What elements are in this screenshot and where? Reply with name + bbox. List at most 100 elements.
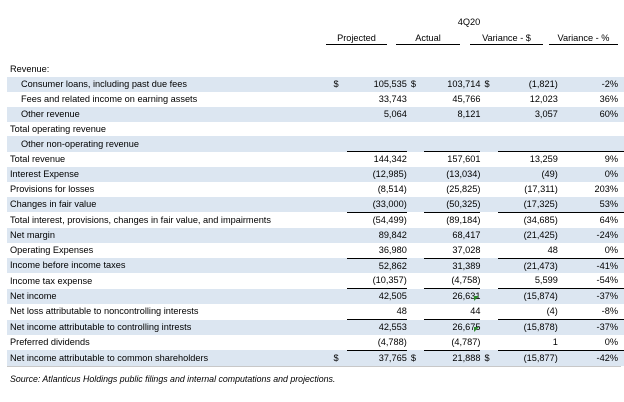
projected-value: 5,064 (346, 106, 407, 122)
source-note: Source: Atlanticus Holdings public filin… (10, 374, 336, 384)
row-label: Net income (7, 288, 330, 305)
variance-percent-value: -2% (557, 76, 624, 92)
currency-symbol (406, 288, 425, 305)
row-label: Net income attributable to controlling i… (7, 319, 330, 336)
variance-dollar-value: 13,259 (497, 151, 558, 168)
variance-dollar-value: 3,057 (497, 106, 558, 122)
actual-value: (50,325) (424, 197, 481, 213)
currency-symbol (407, 92, 424, 107)
currency-symbol (329, 92, 346, 107)
row-label: Preferred dividends (10, 337, 90, 348)
projected-value (346, 136, 407, 152)
variance-percent-value: -41% (557, 257, 624, 274)
variance-percent-value (558, 62, 624, 77)
currency-symbol (329, 152, 346, 167)
currency-symbol (329, 243, 346, 258)
currency-symbol (329, 136, 347, 152)
actual-value: 45,766 (452, 93, 481, 104)
currency-symbol (480, 167, 498, 183)
projected-value: (4,788) (377, 336, 407, 347)
table-row: Fees and related income on earning asset… (7, 92, 624, 107)
variance-dollar-value: 1 (552, 336, 558, 347)
variance-dollar-value: (15,877) (497, 349, 558, 366)
projected-value: (10,357) (372, 275, 407, 286)
variance-percent-value: 9% (557, 151, 624, 168)
variance-dollar-value: 48 (547, 244, 558, 255)
col-header-actual: Actual (396, 33, 460, 45)
variance-percent-value (558, 122, 624, 137)
currency-symbol (480, 152, 497, 167)
actual-value: (89,184) (424, 211, 481, 228)
projected-value: 37,765 (346, 349, 407, 366)
currency-symbol (480, 319, 498, 336)
projected-value (347, 62, 407, 77)
currency-symbol (329, 258, 347, 274)
currency-symbol (329, 273, 346, 288)
row-label: Revenue: (10, 63, 50, 74)
currency-symbol (480, 258, 498, 274)
row-label: Other non-operating revenue (7, 136, 330, 152)
table-row: Income before income taxes 52,862 31,389 (2… (7, 257, 624, 274)
projected-value (347, 122, 407, 137)
row-label: Income tax expense (10, 275, 93, 286)
currency-symbol (329, 227, 347, 243)
table-row: Total revenue 144,342 157,601 13,259 9% (7, 151, 624, 168)
currency-symbol: $ (406, 76, 425, 92)
currency-symbol (480, 197, 498, 213)
currency-symbol (480, 288, 498, 305)
actual-value: (25,825) (446, 184, 481, 195)
currency-symbol (407, 273, 424, 288)
currency-symbol (329, 212, 346, 227)
projected-value: 42,505 (346, 288, 407, 305)
row-label: Interest Expense (7, 167, 330, 183)
row-label: Consumer loans, including past due fees (7, 76, 330, 92)
period-header: 4Q20 (457, 17, 481, 27)
currency-symbol (329, 319, 347, 336)
row-label: Provisions for losses (10, 184, 95, 195)
variance-dollar-value (498, 122, 558, 137)
actual-value: 44 (470, 306, 481, 317)
projected-value: 42,553 (346, 319, 407, 336)
row-label: Total interest, provisions, changes in f… (10, 214, 271, 225)
actual-value: 37,028 (452, 244, 481, 255)
table-row: Net income attributable to common shareh… (7, 349, 624, 366)
currency-symbol (480, 212, 497, 227)
table-row: Changes in fair value (33,000) (50,325) (17… (7, 197, 624, 213)
actual-value: (13,034) (424, 167, 481, 183)
actual-value: 21,888 (424, 349, 481, 366)
table-row: Provisions for losses (8,514) (25,825) (17,… (7, 182, 624, 197)
row-label: Net margin (7, 227, 330, 243)
row-label: Fees and related income on earning asset… (21, 93, 198, 104)
projected-value: (54,499) (346, 211, 407, 228)
actual-value: 68,417 (424, 227, 481, 243)
variance-dollar-value (498, 62, 558, 77)
currency-symbol (329, 167, 347, 183)
table-row: Net margin 89,842 68,417 (21,425) -24% (7, 227, 624, 243)
projected-value: (8,514) (377, 184, 407, 195)
variance-percent-value: 0% (604, 244, 618, 255)
actual-value: 26,631 (424, 288, 481, 305)
currency-symbol (406, 258, 425, 274)
variance-percent-value (557, 136, 624, 152)
table-row: Revenue: (7, 62, 624, 77)
currency-symbol (480, 243, 497, 258)
row-label: Operating Expenses (10, 244, 94, 255)
col-header-variance-percent: Variance - % (549, 33, 618, 45)
comment-flag-icon (474, 296, 479, 301)
table-row: Net income attributable to controlling i… (7, 319, 624, 336)
row-label: Total operating revenue (10, 123, 107, 134)
actual-value: 26,675 (424, 319, 481, 336)
currency-symbol (329, 335, 346, 350)
variance-percent-value: 53% (557, 197, 624, 213)
currency-symbol (329, 197, 347, 213)
currency-symbol: $ (329, 350, 347, 366)
currency-symbol (407, 243, 424, 258)
variance-percent-value: 64% (557, 211, 624, 228)
actual-value: 31,389 (424, 257, 481, 274)
table-row: Operating Expenses 36,980 37,028 48 0% (7, 243, 624, 258)
variance-percent-value: 203% (594, 184, 619, 195)
currency-symbol (480, 62, 497, 77)
variance-percent-value: 0% (604, 336, 618, 347)
currency-symbol (329, 288, 347, 305)
currency-symbol (406, 197, 425, 213)
